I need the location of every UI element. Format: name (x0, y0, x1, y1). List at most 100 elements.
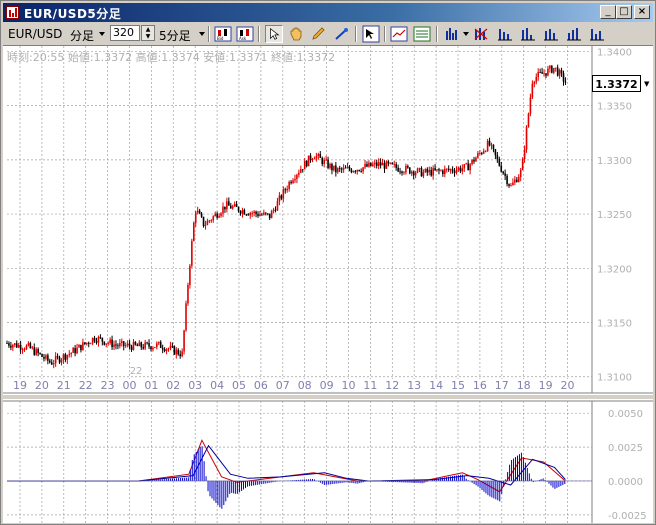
y-tick-label: 1.3150 (597, 319, 632, 330)
title-bar[interactable]: EUR/USD5分足 _ □ × (3, 3, 653, 22)
symbol-label: EUR/USD (8, 27, 63, 41)
hand-icon[interactable] (287, 25, 305, 43)
candle-body (52, 363, 55, 365)
close-button[interactable]: × (634, 5, 650, 19)
candle-body (177, 349, 180, 355)
chart-add-icon[interactable] (413, 25, 431, 43)
settings-f-icon[interactable] (588, 25, 606, 43)
candle-body (418, 168, 421, 169)
candle-body (516, 179, 518, 182)
candle-body (167, 348, 170, 350)
maximize-button[interactable]: □ (616, 5, 632, 19)
candle-body (488, 140, 491, 146)
candle-body (70, 352, 73, 354)
x-tick-label: 12 (385, 379, 399, 392)
candle-body (105, 343, 108, 345)
candle-body (496, 155, 499, 159)
chevron-down-icon[interactable] (99, 32, 105, 36)
candle-body (21, 349, 24, 351)
minimize-button[interactable]: _ (600, 5, 616, 19)
candle-body (529, 97, 532, 114)
candle-body (338, 168, 341, 170)
chevron-down-icon[interactable] (199, 32, 205, 36)
candle-body (440, 170, 442, 172)
toolbar-separator (208, 26, 210, 42)
candle-body (331, 164, 333, 171)
candle-body (364, 164, 366, 168)
spin-up-icon[interactable]: ▲ (142, 26, 154, 33)
candle-body (156, 343, 158, 348)
candle-body (66, 354, 69, 360)
candle-body (354, 171, 357, 172)
candle-body (78, 344, 80, 348)
x-tick-label: 19 (13, 379, 27, 392)
bar-count-spinner[interactable]: ▲ ▼ (141, 25, 155, 41)
candle-body (430, 169, 432, 176)
candle-body (47, 355, 49, 361)
toolbar: EUR/USD 分足 320 ▲ ▼ 5分足 Bid Ask (3, 23, 653, 45)
candle-body (33, 347, 36, 355)
x-tick-label: 20 (561, 379, 575, 392)
candle-body (101, 337, 104, 342)
settings-a-icon[interactable] (473, 25, 491, 43)
settings-b-icon[interactable] (496, 25, 514, 43)
candle-body (305, 160, 308, 167)
candle-body (467, 163, 469, 171)
chart-window: EUR/USD5分足 _ □ × EUR/USD 分足 320 ▲ ▼ 5分足 … (0, 0, 656, 525)
candle-ask-icon[interactable]: Ask (236, 25, 254, 43)
pointer-icon[interactable] (265, 25, 283, 43)
x-tick-label: 22 (79, 379, 93, 392)
pencil-icon[interactable] (309, 25, 327, 43)
candle-body (438, 169, 440, 171)
candle-body (196, 210, 199, 213)
line-tool-icon[interactable] (333, 25, 351, 43)
candle-body (389, 162, 392, 164)
spin-down-icon[interactable]: ▼ (142, 33, 154, 40)
candle-bid-icon[interactable]: Bid (214, 25, 232, 43)
toolbar-separator (384, 26, 386, 42)
candle-body (134, 341, 137, 345)
interval-type-select[interactable]: 分足 (70, 27, 94, 44)
candle-body (210, 220, 213, 221)
signal-line (7, 444, 566, 486)
scroll-down-icon[interactable]: ▼ (644, 80, 649, 88)
candle-body (424, 168, 427, 173)
indicator-list-icon[interactable] (390, 25, 408, 43)
candle-body (124, 345, 127, 347)
candle-body (255, 211, 257, 214)
candle-body (504, 173, 506, 176)
candle-body (243, 210, 246, 215)
app-chart-icon (6, 6, 19, 19)
candle-body (512, 182, 514, 186)
settings-e-icon[interactable] (565, 25, 583, 43)
x-tick-label: 10 (342, 379, 356, 392)
chart-canvas[interactable]: 1.3400 1.3350 1.3300 1.3250 1.3200 1.3150 1.31… (3, 46, 653, 523)
bar-count-input[interactable]: 320 (110, 25, 140, 41)
settings-c-icon[interactable] (519, 25, 537, 43)
candle-body (146, 342, 148, 344)
candle-body (300, 169, 302, 173)
candle-body (220, 213, 222, 216)
candle-body (325, 159, 327, 161)
candle-body (85, 342, 88, 345)
candle-body (479, 152, 481, 154)
candle-body (558, 70, 561, 76)
candle-body (263, 212, 265, 215)
candle-body (480, 152, 483, 154)
x-tick-label: 17 (495, 379, 509, 392)
chart-area[interactable]: 1.3400 1.3350 1.3300 1.3250 1.3200 1.3150 1.31… (3, 45, 653, 523)
crosshair-icon[interactable] (362, 25, 380, 43)
candle-body (82, 342, 84, 351)
candle-body (477, 153, 479, 158)
bar-type-icon[interactable] (444, 25, 462, 43)
chevron-down-icon[interactable] (463, 32, 469, 36)
candle-body (113, 344, 115, 348)
settings-d-icon[interactable] (542, 25, 560, 43)
sub-y-tick-label: -0.0025 (608, 511, 647, 522)
candle-body (420, 168, 423, 177)
period-select[interactable]: 5分足 (159, 27, 191, 44)
candle-body (416, 168, 419, 173)
candle-body (218, 215, 220, 218)
candle-body (432, 168, 434, 176)
candle-body (99, 336, 102, 338)
